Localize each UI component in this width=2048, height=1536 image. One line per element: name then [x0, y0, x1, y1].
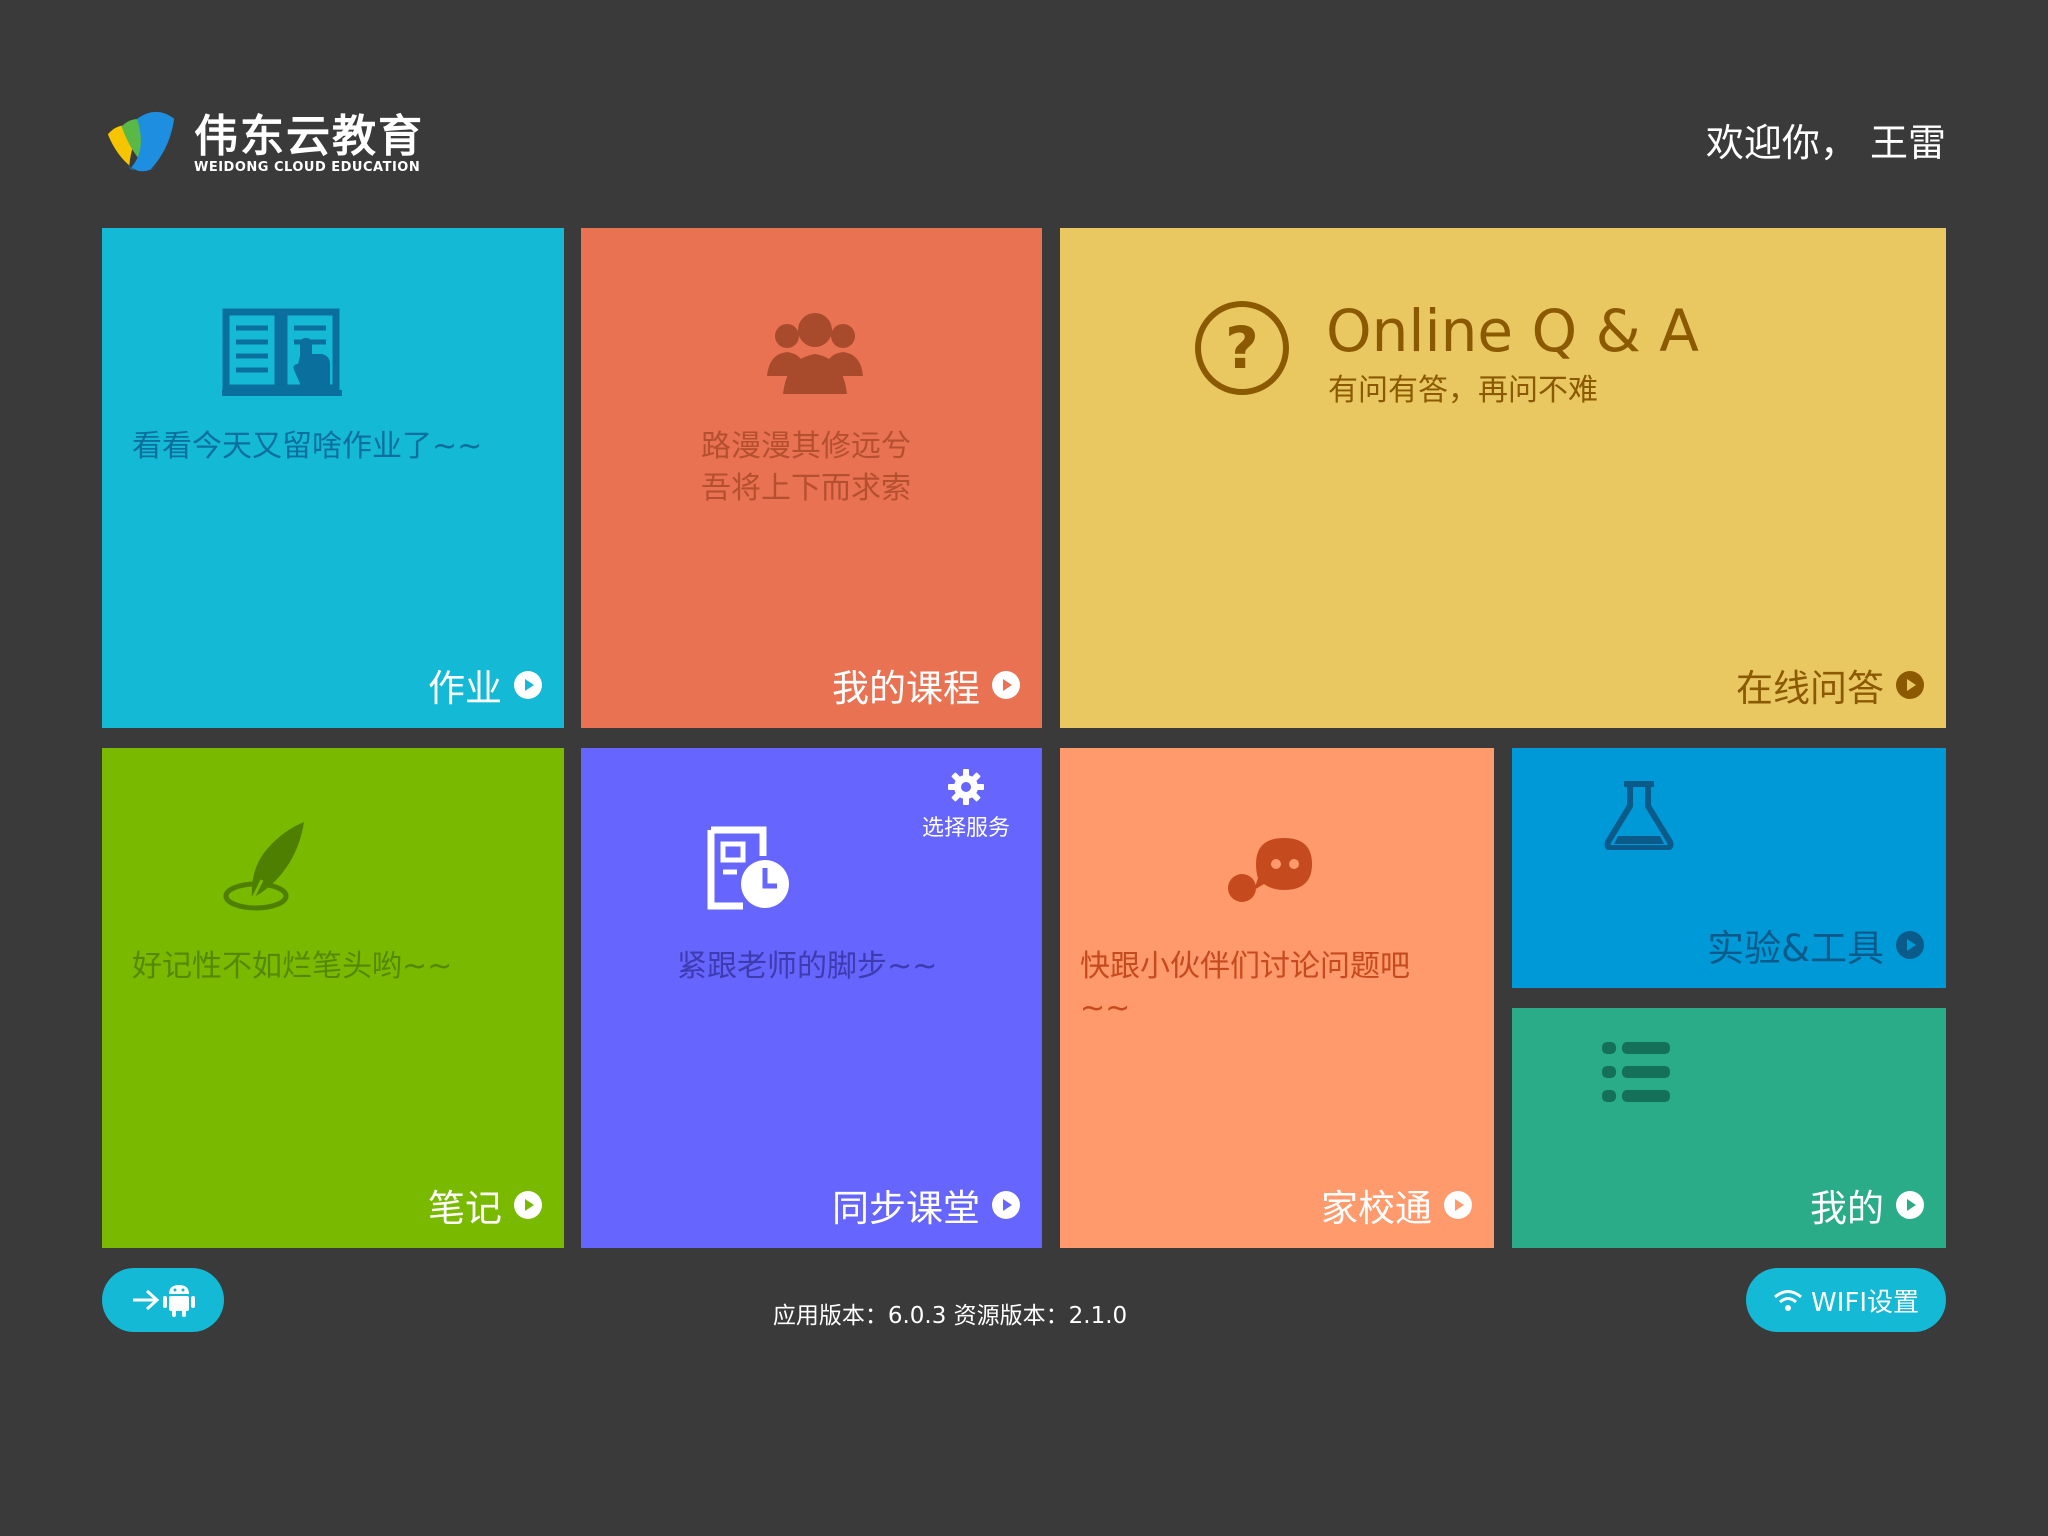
arrow-circle-icon: [514, 1191, 542, 1219]
flask-icon: [1604, 781, 1674, 850]
course-desc-2: 吾将上下而求索: [701, 471, 911, 506]
home-desc-2: ~~: [1080, 991, 1131, 1026]
homework-desc: 看看今天又留啥作业了~~: [132, 429, 483, 464]
arrow-circle-icon: [992, 671, 1020, 699]
course-label: 我的课程: [832, 658, 1020, 712]
schedule-icon: [707, 826, 789, 910]
tile-my-courses[interactable]: 路漫漫其修远兮 吾将上下而求索 我的课程: [581, 228, 1042, 728]
logo-icon: [107, 111, 175, 172]
logo-title: 伟东云教育: [194, 111, 424, 162]
mine-label: 我的: [1810, 1178, 1924, 1232]
wifi-settings-button[interactable]: WIFI设置: [1746, 1268, 1946, 1332]
homework-label: 作业: [428, 658, 542, 712]
wifi-icon: [1774, 1290, 1802, 1311]
tile-mine[interactable]: 我的: [1512, 1008, 1946, 1248]
arrow-circle-icon: [992, 1191, 1020, 1219]
chat-icon: [1228, 838, 1312, 902]
arrow-circle-icon: [1896, 931, 1924, 959]
gear-icon: [948, 769, 984, 805]
version-info: 应用版本：6.0.3 资源版本：2.1.0: [772, 1303, 1128, 1329]
qa-title: Online Q & A: [1326, 297, 1699, 365]
qa-label: 在线问答: [1736, 658, 1924, 712]
home-desc-1: 快跟小伙伴们讨论问题吧: [1080, 949, 1410, 984]
select-service-button[interactable]: 选择服务: [911, 768, 1021, 842]
group-icon: [767, 313, 863, 394]
svg-text:?: ?: [1225, 314, 1259, 382]
select-service-label: 选择服务: [921, 816, 1010, 841]
feather-icon: [223, 822, 304, 911]
home-school-label: 家校通: [1321, 1178, 1472, 1232]
lab-label: 实验&工具: [1707, 918, 1924, 972]
app-logo: 伟东云教育 WEIDONG CLOUD EDUCATION: [102, 104, 424, 184]
welcome-text: 欢迎你， 王雷: [1705, 121, 1946, 165]
arrow-circle-icon: [514, 671, 542, 699]
sync-label: 同步课堂: [832, 1178, 1020, 1232]
question-icon: ?: [1195, 301, 1289, 395]
book-icon: [222, 308, 342, 396]
arrow-circle-icon: [1896, 1191, 1924, 1219]
tile-notes[interactable]: 好记性不如烂笔头哟~~ 笔记: [102, 748, 564, 1248]
tile-online-qa[interactable]: ? Online Q & A 有问有答，再问不难 在线问答: [1060, 228, 1946, 728]
tile-sync-classroom[interactable]: 选择服务 紧跟老师的脚步~~ 同步课堂: [581, 748, 1042, 1248]
course-desc-1: 路漫漫其修远兮: [701, 429, 911, 464]
sync-desc: 紧跟老师的脚步~~: [677, 949, 938, 984]
tile-lab-tools[interactable]: 实验&工具: [1512, 748, 1946, 988]
tile-homework[interactable]: 看看今天又留啥作业了~~ 作业: [102, 228, 564, 728]
qa-subtitle: 有问有答，再问不难: [1328, 373, 1598, 408]
tile-home-school[interactable]: 快跟小伙伴们讨论问题吧 ~~ 家校通: [1060, 748, 1494, 1248]
arrow-circle-icon: [1444, 1191, 1472, 1219]
list-icon: [1602, 1042, 1670, 1102]
note-label: 笔记: [428, 1178, 542, 1232]
arrow-circle-icon: [1896, 671, 1924, 699]
note-desc: 好记性不如烂笔头哟~~: [132, 949, 453, 984]
logo-subtitle: WEIDONG CLOUD EDUCATION: [194, 160, 421, 175]
wifi-settings-label: WIFI设置: [1811, 1287, 1919, 1318]
